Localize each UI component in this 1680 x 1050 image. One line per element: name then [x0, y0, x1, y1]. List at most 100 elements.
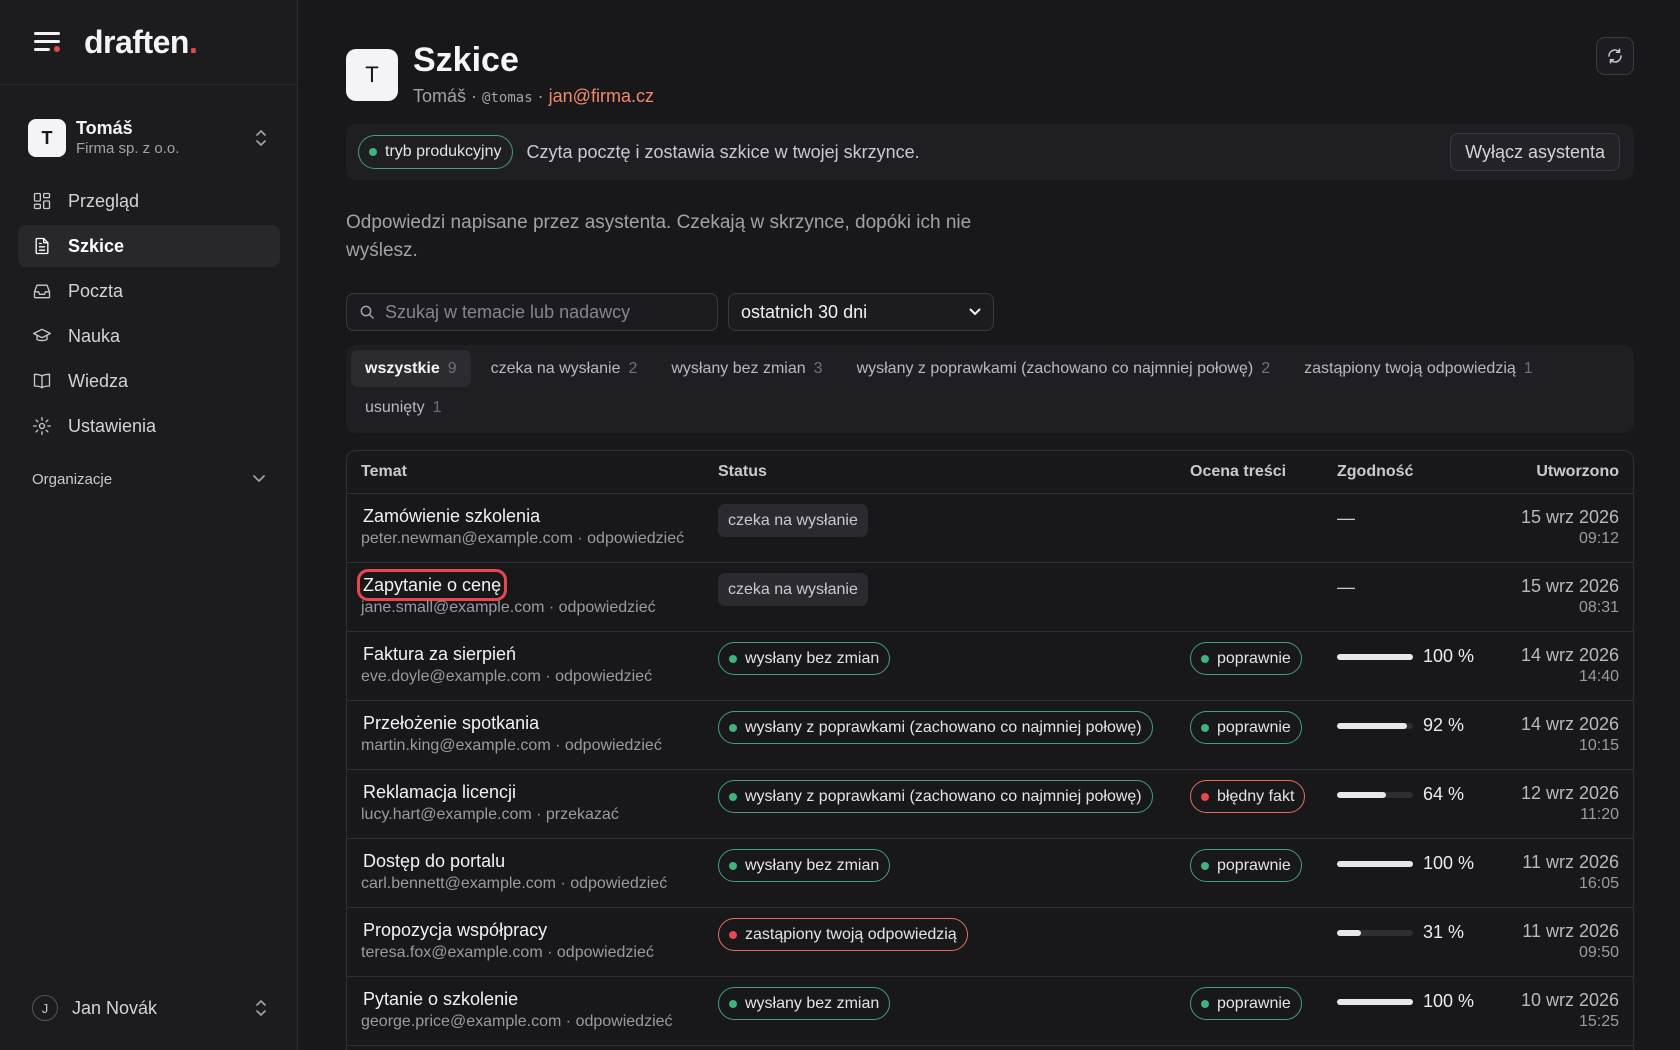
- user-name: Jan Novák: [72, 997, 158, 1018]
- col-created[interactable]: Utworzono: [1536, 463, 1619, 481]
- conformity-bar: [1337, 653, 1413, 660]
- sidebar-item-3[interactable]: Nauka: [18, 315, 280, 357]
- inbox-icon: [33, 284, 51, 299]
- conformity-bar: [1337, 929, 1413, 936]
- row-created: 14 wrz 2026 10:15: [1520, 714, 1619, 754]
- filter-label: usunięty: [365, 398, 425, 416]
- grid-icon: [33, 192, 51, 210]
- row-subject[interactable]: Zamówienie szkolenia: [361, 504, 542, 528]
- search-input[interactable]: [385, 301, 705, 323]
- brand-bar: draften.: [0, 0, 297, 85]
- conformity-bar: [1337, 791, 1413, 798]
- disable-assistant-button[interactable]: Wyłącz asystenta: [1450, 133, 1620, 171]
- sidebar-item-4[interactable]: Wiedza: [18, 360, 280, 402]
- conformity-value: 31 %: [1423, 922, 1465, 942]
- date-range-value: ostatnich 30 dni: [741, 301, 868, 322]
- banner-text: Czyta pocztę i zostawia szkice w twojej …: [526, 141, 920, 162]
- status-filters: wszystkie 9 czeka na wysłanie 2 wysłany bez …: [346, 345, 1634, 433]
- refresh-button[interactable]: [1596, 37, 1634, 75]
- row-subject[interactable]: Dostęp do portalu: [361, 849, 507, 873]
- row-meta: george.price@example.com · odpowiedzieć: [361, 1013, 673, 1030]
- page-description: Odpowiedzi napisane przez asystenta. Cze…: [346, 212, 972, 261]
- row-subject[interactable]: Przełożenie spotkania: [361, 711, 541, 735]
- row-subject[interactable]: Pytanie o szkolenie: [361, 987, 520, 1011]
- conformity-value: 92 %: [1423, 715, 1465, 735]
- filter-chip-3[interactable]: wysłany z poprawkami (zachowano co najmn…: [843, 350, 1285, 387]
- organizations-label: Organizacje: [32, 470, 113, 488]
- row-meta: jane.small@example.com · odpowiedzieć: [361, 599, 656, 616]
- table-row[interactable]: Propozycja współpracy teresa.fox@example.…: [347, 908, 1633, 977]
- conformity-bar: [1337, 860, 1413, 867]
- sidebar-item-label: Nauka: [68, 325, 121, 346]
- chevron-updown-icon: [256, 130, 266, 146]
- status-badge: wysłany z poprawkami (zachowano co najmn…: [718, 711, 1153, 744]
- sidebar-item-2[interactable]: Poczta: [18, 270, 280, 312]
- chevron-updown-icon: [256, 1000, 266, 1016]
- account-org: Firma sp. z o.o.: [76, 139, 180, 157]
- sidebar-item-5[interactable]: Ustawienia: [18, 405, 280, 447]
- search-icon: [360, 305, 374, 319]
- score-badge: poprawnie: [1190, 987, 1302, 1020]
- filter-chip-5[interactable]: usunięty 1: [351, 389, 456, 426]
- conformity-empty: —: [1337, 508, 1355, 528]
- filter-chip-0[interactable]: wszystkie 9: [351, 350, 471, 387]
- table-row[interactable]: Pytanie o szkolenie george.price@example.…: [347, 977, 1633, 1046]
- owner-name: Tomáš: [413, 86, 467, 106]
- row-created: 15 wrz 2026 09:12: [1520, 507, 1619, 547]
- drafts-table: Temat Status Ocena treści Zgodność Utwor…: [346, 450, 1634, 1050]
- row-created: 11 wrz 2026 09:50: [1522, 921, 1619, 961]
- sidebar-item-label: Przegląd: [68, 190, 140, 211]
- table-row[interactable]: Zapytanie o cenę jane.small@example.com ·…: [347, 563, 1633, 632]
- col-status[interactable]: Status: [718, 463, 767, 481]
- sidebar-nav: Przegląd Szkice Poczta Nauka Wiedza Ustawieni…: [18, 180, 280, 450]
- row-meta: eve.doyle@example.com · odpowiedzieć: [361, 668, 653, 685]
- row-subject[interactable]: Zapytanie o cenę: [356, 569, 508, 601]
- table-row[interactable]: Przełożenie spotkania martin.king@example…: [347, 701, 1633, 770]
- sidebar-item-1[interactable]: Szkice: [18, 225, 280, 267]
- user-menu[interactable]: J Jan Novák: [18, 990, 280, 1026]
- owner-email[interactable]: jan@firma.cz: [549, 86, 654, 106]
- col-score[interactable]: Ocena treści: [1190, 463, 1286, 481]
- page-title: Szkice: [413, 41, 519, 79]
- page-avatar: T: [346, 49, 398, 101]
- table-row[interactable]: Zamówienie szkolenia peter.newman@example…: [347, 494, 1633, 563]
- filter-count: 2: [628, 359, 638, 377]
- sidebar-item-label: Ustawienia: [68, 415, 157, 436]
- row-meta: carl.bennett@example.com · odpowiedzieć: [361, 875, 668, 892]
- table-row[interactable]: Faktura za sierpień eve.doyle@example.com…: [347, 632, 1633, 701]
- chevron-down-icon: [253, 475, 265, 482]
- col-subject[interactable]: Temat: [361, 463, 407, 481]
- filter-chip-1[interactable]: czeka na wysłanie 2: [477, 350, 652, 387]
- table-row[interactable]: Dostęp do portalu carl.bennett@example.co…: [347, 839, 1633, 908]
- score-badge: poprawnie: [1190, 642, 1302, 675]
- row-subject[interactable]: Propozycja współpracy: [361, 918, 549, 942]
- conformity-value: 64 %: [1423, 784, 1465, 804]
- status-badge: zastąpiony twoją odpowiedzią: [718, 918, 968, 951]
- gear-icon: [33, 417, 51, 435]
- sidebar-item-label: Szkice: [68, 235, 125, 256]
- row-meta: martin.king@example.com · odpowiedzieć: [361, 737, 662, 754]
- filter-label: wysłany z poprawkami (zachowano co najmn…: [856, 359, 1254, 377]
- sidebar-item-0[interactable]: Przegląd: [18, 180, 280, 222]
- account-switcher[interactable]: T Tomáš Firma sp. z o.o.: [18, 108, 280, 168]
- row-meta: peter.newman@example.com · odpowiedzieć: [361, 530, 685, 547]
- date-range-select[interactable]: ostatnich 30 dni: [728, 293, 994, 331]
- conformity-value: 100 %: [1423, 853, 1475, 873]
- filter-count: 1: [432, 398, 442, 416]
- filter-label: zastąpiony twoją odpowiedzią: [1304, 359, 1516, 377]
- row-subject[interactable]: Reklamacja licencji: [361, 780, 518, 804]
- status-badge: wysłany bez zmian: [718, 987, 891, 1020]
- col-conformity[interactable]: Zgodność: [1337, 463, 1413, 481]
- row-created: 11 wrz 2026 16:05: [1522, 852, 1619, 892]
- account-name: Tomáš: [76, 118, 133, 139]
- filter-chip-2[interactable]: wysłany bez zmian 3: [657, 350, 836, 387]
- score-badge: poprawnie: [1190, 849, 1302, 882]
- conformity-bar: [1337, 722, 1413, 729]
- filter-label: wysłany bez zmian: [671, 359, 806, 377]
- table-row[interactable]: Reklamacja licencji lucy.hart@example.com…: [347, 770, 1633, 839]
- menu-icon[interactable]: [34, 32, 60, 52]
- row-subject[interactable]: Faktura za sierpień: [361, 642, 518, 666]
- organizations-toggle[interactable]: Organizacje: [18, 466, 280, 492]
- filter-label: wszystkie: [365, 359, 440, 377]
- filter-chip-4[interactable]: zastąpiony twoją odpowiedzią 1: [1290, 350, 1547, 387]
